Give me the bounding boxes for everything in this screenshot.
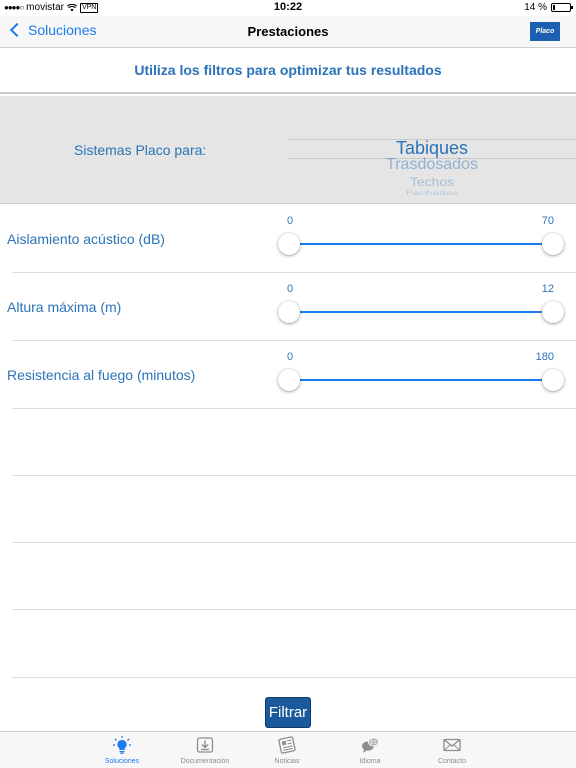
logo-text: Placo — [535, 28, 555, 35]
slider-track — [289, 243, 553, 245]
status-bar: ●●●●○ movistar VPN 10:22 14 % — [0, 0, 576, 16]
lightbulb-icon — [113, 736, 131, 754]
filters-headline: Utiliza los filtros para optimizar tus r… — [0, 48, 576, 94]
filter-row-fire: Resistencia al fuego (minutos) 0 180 — [0, 341, 576, 409]
chat-bubbles-icon: ES — [362, 737, 379, 753]
tab-contacto[interactable]: Contacto — [420, 735, 484, 765]
picker-label: Sistemas Placo para: — [74, 142, 207, 158]
picker-option-fachadas[interactable]: Fachadas — [288, 189, 576, 197]
tab-label: Documentación — [180, 758, 230, 765]
acoustic-range-slider[interactable] — [278, 233, 564, 255]
slider-min-handle[interactable] — [278, 301, 300, 323]
fire-range-slider[interactable] — [278, 369, 564, 391]
tab-idioma[interactable]: ES Idioma — [338, 735, 402, 765]
envelope-icon — [443, 738, 461, 752]
slider-max-handle[interactable] — [542, 301, 564, 323]
tab-bar: Soluciones Documentación Noticias ES Idi… — [0, 731, 576, 768]
slider-min-handle[interactable] — [278, 369, 300, 391]
download-tray-icon — [196, 737, 214, 753]
picker-option-trasdosados[interactable]: Trasdosados — [288, 156, 576, 174]
placo-logo[interactable]: Placo — [530, 22, 560, 41]
empty-row-divider — [12, 609, 576, 610]
filter-row-height: Altura máxima (m) 0 12 — [0, 273, 576, 341]
system-picker-wheel[interactable]: Tabiques Trasdosados Techos Fachadas — [288, 126, 576, 198]
tab-label: Contacto — [437, 758, 467, 765]
empty-row-divider — [12, 475, 576, 476]
height-range-slider[interactable] — [278, 301, 564, 323]
slider-min-value: 0 — [287, 283, 294, 295]
filter-button[interactable]: Filtrar — [265, 697, 311, 728]
filter-label: Resistencia al fuego (minutos) — [7, 367, 196, 383]
empty-row-divider — [12, 677, 576, 678]
empty-row-divider — [12, 542, 576, 543]
battery-icon — [551, 3, 573, 12]
slider-track — [289, 379, 553, 381]
svg-text:ES: ES — [370, 740, 376, 746]
tab-soluciones[interactable]: Soluciones — [90, 735, 154, 765]
headline-text: Utiliza los filtros para optimizar tus r… — [134, 62, 442, 78]
slider-track — [289, 311, 553, 313]
row-divider — [12, 408, 576, 409]
picker-option-techos[interactable]: Techos — [288, 175, 576, 189]
slider-min-value: 0 — [287, 351, 294, 363]
system-picker-section: Sistemas Placo para: Tabiques Trasdosado… — [0, 96, 576, 204]
filter-row-acoustic: Aislamiento acústico (dB) 0 70 — [0, 205, 576, 273]
clock: 10:22 — [273, 1, 303, 13]
newspaper-icon — [278, 736, 296, 754]
slider-max-handle[interactable] — [542, 369, 564, 391]
slider-max-handle[interactable] — [542, 233, 564, 255]
slider-min-handle[interactable] — [278, 233, 300, 255]
page-title: Prestaciones — [247, 24, 329, 39]
battery-fill — [553, 5, 555, 10]
slider-min-value: 0 — [287, 215, 294, 227]
slider-max-value: 70 — [541, 215, 554, 227]
slider-max-value: 180 — [535, 351, 554, 363]
tab-documentacion[interactable]: Documentación — [173, 735, 237, 765]
tab-label: Noticias — [274, 758, 300, 765]
filter-label: Altura máxima (m) — [7, 299, 122, 315]
status-right: 14 % — [524, 2, 573, 13]
filter-label: Aislamiento acústico (dB) — [7, 231, 165, 247]
tab-noticias[interactable]: Noticias — [255, 735, 319, 765]
slider-max-value: 12 — [541, 283, 554, 295]
navigation-bar: Soluciones Prestaciones Placo — [0, 16, 576, 48]
battery-percent: 14 % — [524, 2, 547, 13]
tab-label: Idioma — [359, 758, 381, 765]
tab-label: Soluciones — [104, 758, 140, 765]
